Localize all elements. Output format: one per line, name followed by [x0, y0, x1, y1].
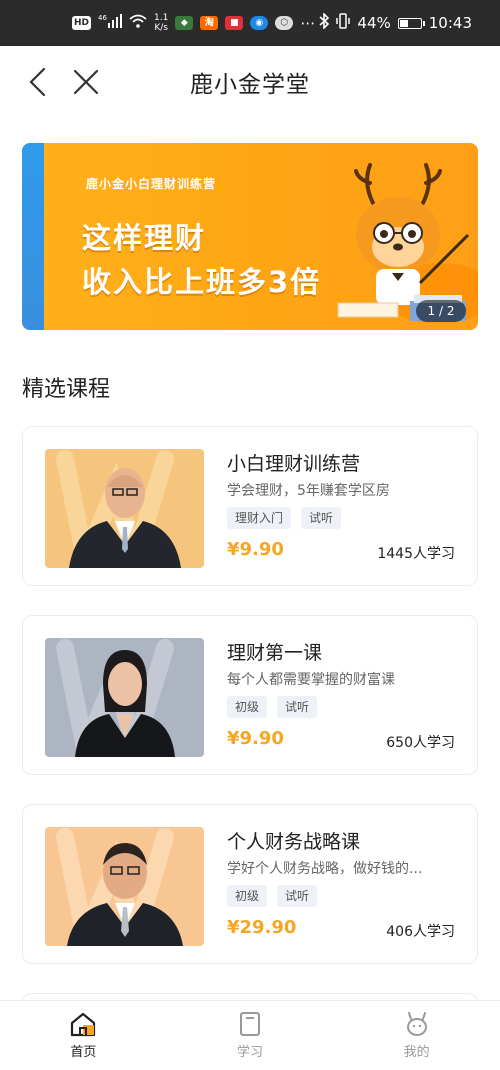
tab-home[interactable]: 首页: [0, 1001, 167, 1070]
instructor-photo: [56, 828, 183, 946]
wifi-icon: [129, 14, 147, 32]
app-notification-icon: ◆: [175, 16, 194, 30]
banner-page-indicator: 1 / 2: [416, 300, 466, 322]
vibrate-icon: [336, 13, 351, 33]
battery-icon: [397, 17, 425, 29]
course-title: 小白理财训练营: [227, 453, 361, 475]
course-thumbnail: [45, 827, 204, 946]
course-subtitle: 学好个人财务战略，做好钱的...: [227, 861, 423, 877]
course-price: ¥9.90: [227, 539, 284, 560]
banner-headline-1: 这样理财: [82, 221, 207, 255]
course-tag: 理财入门: [227, 507, 292, 529]
status-right: 44% 10:43: [319, 12, 472, 33]
course-thumbnail: [45, 638, 204, 757]
course-card[interactable]: 理财第一课 每个人都需要掌握的财富课 初级 试听 ¥9.90 650人学习: [22, 615, 478, 775]
bluetooth-icon: [319, 12, 330, 33]
tab-label: 学习: [237, 1045, 264, 1060]
book-icon: [240, 1012, 260, 1036]
tab-label: 我的: [403, 1045, 430, 1060]
battery-percent: 44%: [357, 14, 391, 32]
svg-text:46: 46: [98, 14, 107, 22]
tab-label: 首页: [70, 1045, 97, 1060]
status-left: HD 46 1.1 K/s ◆ 淘 ■ ◉ ⬡ ⋯: [72, 13, 315, 33]
bottom-tab-bar: 首页 学习 我的: [0, 1000, 500, 1070]
signal-icon: 46: [98, 14, 123, 32]
course-tag: 初级: [227, 885, 268, 907]
course-tags: 初级 试听: [227, 885, 318, 907]
close-icon: [73, 69, 99, 95]
course-tag: 试听: [277, 885, 318, 907]
battery-level: [399, 19, 408, 27]
course-price: ¥9.90: [227, 728, 284, 749]
instructor-photo: [56, 639, 175, 757]
speed-unit: K/s: [154, 23, 168, 33]
promo-banner[interactable]: 鹿小金小白理财训练营 这样理财 收入比上班多3倍 1 / 2: [22, 143, 478, 330]
nav-bar: 鹿小金学堂: [0, 46, 500, 118]
deer-profile-icon: [406, 1012, 427, 1036]
course-title: 理财第一课: [227, 642, 323, 664]
instructor-photo: [56, 450, 181, 568]
app-notification-icon: ◉: [250, 16, 269, 30]
taobao-notification-icon: 淘: [200, 16, 219, 30]
close-button[interactable]: [68, 64, 104, 100]
banner-headline-2: 收入比上班多3倍: [82, 265, 322, 299]
banner-side-decoration: [22, 143, 44, 330]
app-notification-icon: ⬡: [275, 16, 294, 30]
network-speed: 1.1 K/s: [154, 13, 168, 33]
tab-profile[interactable]: 我的: [333, 1001, 500, 1070]
page-title: 鹿小金学堂: [190, 72, 310, 98]
course-card[interactable]: 小白理财训练营 学会理财，5年赚套学区房 理财入门 试听 ¥9.90 1445人…: [22, 426, 478, 586]
course-subtitle: 学会理财，5年赚套学区房: [227, 483, 390, 499]
course-tags: 理财入门 试听: [227, 507, 342, 529]
banner-subtitle: 鹿小金小白理财训练营: [86, 177, 217, 191]
home-icon: [71, 1012, 96, 1037]
course-price: ¥29.90: [227, 917, 297, 938]
section-title: 精选课程: [22, 377, 111, 402]
learner-count: 650人学习: [386, 735, 455, 751]
course-subtitle: 每个人都需要掌握的财富课: [227, 672, 395, 688]
learner-count: 406人学习: [386, 924, 455, 940]
course-tag: 试听: [301, 507, 342, 529]
app-notification-icon: ■: [225, 16, 244, 30]
clock: 10:43: [428, 14, 472, 32]
course-tags: 初级 试听: [227, 696, 318, 718]
hd-icon: HD: [72, 16, 92, 30]
chevron-left-icon: [29, 67, 46, 97]
tab-study[interactable]: 学习: [167, 1001, 334, 1070]
course-card[interactable]: 个人财务战略课 学好个人财务战略，做好钱的... 初级 试听 ¥29.90 40…: [22, 804, 478, 964]
learner-count: 1445人学习: [377, 546, 455, 562]
course-title: 个人财务战略课: [227, 831, 361, 853]
back-button[interactable]: [20, 64, 56, 100]
course-tag: 试听: [277, 696, 318, 718]
status-bar: HD 46 1.1 K/s ◆ 淘 ■ ◉ ⬡ ⋯ 44% 10:43: [0, 0, 500, 46]
course-tag: 初级: [227, 696, 268, 718]
course-thumbnail: [45, 449, 204, 568]
speed-value: 1.1: [154, 13, 169, 23]
more-notifications-icon: ⋯: [300, 14, 316, 32]
